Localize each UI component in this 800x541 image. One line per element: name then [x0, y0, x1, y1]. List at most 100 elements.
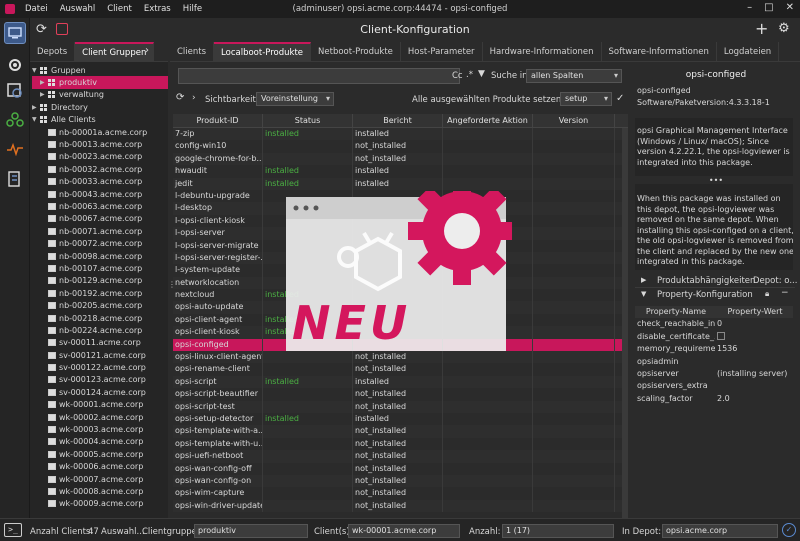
property-row[interactable]: disable_certificate_...	[635, 331, 793, 343]
tree-client-item[interactable]: nb-00033.acme.corp	[32, 176, 168, 188]
tree-client-item[interactable]: nb-00032.acme.corp	[32, 163, 168, 175]
depot-config-icon[interactable]	[4, 54, 26, 76]
client-config-icon[interactable]	[4, 22, 26, 44]
ssh-terminal-icon[interactable]	[4, 168, 26, 190]
tree-client-item[interactable]: wk-00006.acme.corp	[32, 461, 168, 473]
col-angeforderte-aktion[interactable]: Angeforderte Aktion	[443, 114, 533, 127]
tab-netboot[interactable]: Netboot-Produkte	[311, 42, 401, 61]
tree-client-item[interactable]: nb-00071.acme.corp	[32, 225, 168, 237]
regex-toggle[interactable]: .*	[466, 70, 473, 80]
tree-client-item[interactable]: nb-00218.acme.corp	[32, 312, 168, 324]
menu-hilfe[interactable]: Hilfe	[177, 4, 208, 14]
tree-client-item[interactable]: sv-000124.acme.corp	[32, 386, 168, 398]
tree-client-item[interactable]: wk-00008.acme.corp	[32, 485, 168, 497]
group-actions-icon[interactable]	[4, 108, 26, 130]
tree-client-item[interactable]: wk-00009.acme.corp	[32, 498, 168, 510]
table-row[interactable]: config-win10 not_installed	[173, 140, 628, 153]
dependencies-row[interactable]: ▶ Produktabhängigkeiten Depot: o...	[635, 274, 797, 288]
terminal-icon[interactable]: >_	[4, 523, 22, 537]
add-icon[interactable]: +	[755, 19, 768, 38]
table-row[interactable]: opsi-wim-capture not_installed	[173, 487, 628, 500]
property-value[interactable]	[715, 331, 793, 343]
property-value[interactable]: 0	[715, 318, 793, 330]
table-row[interactable]: opsi-linux-client-agent not_installed	[173, 351, 628, 364]
tree-client-item[interactable]: sv-000122.acme.corp	[32, 361, 168, 373]
tree-client-item[interactable]: nb-00129.acme.corp	[32, 275, 168, 287]
tree-all-clients[interactable]: ▼ Alle Clients	[32, 114, 168, 126]
tree-client-item[interactable]: wk-00004.acme.corp	[32, 436, 168, 448]
tree-client-item[interactable]: wk-00001.acme.corp	[32, 399, 168, 411]
maximize-icon[interactable]: □	[764, 2, 773, 13]
tab-logdateien[interactable]: Logdateien	[717, 42, 780, 61]
table-row[interactable]: opsi-template-with-a... not_installed	[173, 425, 628, 438]
splitter-dots[interactable]: ⋮	[168, 280, 176, 289]
property-row[interactable]: opsiserver (installing server)	[635, 368, 793, 380]
tree-client-item[interactable]: wk-00003.acme.corp	[32, 423, 168, 435]
table-row[interactable]: 7-zip installed installed	[173, 128, 628, 141]
table-row[interactable]: opsi-script-beautifier not_installed	[173, 388, 628, 401]
visibility-arrow-icon[interactable]: ›	[192, 93, 196, 103]
visibility-select[interactable]: Voreinstellung	[256, 92, 334, 106]
lock-icon[interactable]: 🔒︎	[765, 289, 769, 299]
col-property-value[interactable]: Property-Wert	[715, 306, 793, 318]
case-sensitive-toggle[interactable]: Cc	[452, 71, 463, 81]
collapse-icon[interactable]: ▼	[641, 290, 646, 298]
table-row[interactable]: opsi-wan-config-on not_installed	[173, 474, 628, 488]
tree-client-item[interactable]: sv-000121.acme.corp	[32, 349, 168, 361]
table-row[interactable]: opsi-rename-client not_installed	[173, 363, 628, 376]
property-value[interactable]: 2.0	[715, 393, 793, 405]
property-value[interactable]	[715, 356, 793, 368]
tab-depots[interactable]: Depots	[30, 42, 76, 61]
property-row[interactable]: check_reachable_in... 0	[635, 318, 793, 330]
table-row[interactable]: opsi-script installed installed	[173, 375, 628, 389]
tree-client-item[interactable]: nb-00107.acme.corp	[32, 262, 168, 274]
chevron-right-icon[interactable]: ›	[145, 45, 149, 56]
check-icon[interactable]: ✓	[616, 93, 624, 104]
tab-host-parameter[interactable]: Host-Parameter	[401, 42, 483, 61]
tree-client-item[interactable]: nb-00098.acme.corp	[32, 250, 168, 262]
tree-client-item[interactable]: nb-00067.acme.corp	[32, 213, 168, 225]
tree-group-produktiv[interactable]: ▶ produktiv	[32, 76, 168, 89]
col-property-name[interactable]: Property-Name	[635, 306, 715, 318]
tree-client-item[interactable]: nb-00072.acme.corp	[32, 237, 168, 249]
expand-icon[interactable]: ▶	[641, 276, 646, 284]
table-row[interactable]: google-chrome-for-b... not_installed	[173, 152, 628, 166]
tab-software[interactable]: Software-Informationen	[602, 42, 717, 61]
table-scrollbar[interactable]	[622, 128, 628, 518]
search-input[interactable]	[178, 68, 460, 84]
menu-extras[interactable]: Extras	[138, 4, 177, 14]
minimize-icon[interactable]: –	[747, 2, 752, 13]
tree-client-item[interactable]: nb-00224.acme.corp	[32, 324, 168, 336]
tree-client-item[interactable]: sv-00011.acme.corp	[32, 337, 168, 349]
tree-client-item[interactable]: wk-00002.acme.corp	[32, 411, 168, 423]
server-config-icon[interactable]	[4, 80, 26, 102]
refresh-icon[interactable]: ⟳	[176, 92, 184, 103]
set-all-select[interactable]: setup	[560, 92, 612, 106]
tree-client-item[interactable]: nb-00023.acme.corp	[32, 151, 168, 163]
tree-client-item[interactable]: wk-00007.acme.corp	[32, 473, 168, 485]
menu-client[interactable]: Client	[101, 4, 138, 14]
property-value[interactable]: 1536	[715, 343, 793, 355]
close-icon[interactable]: ✕	[786, 2, 794, 13]
table-row[interactable]: opsi-win-driver-update not_installed	[173, 499, 628, 513]
checkbox[interactable]	[717, 332, 725, 341]
tab-hardware[interactable]: Hardware-Informationen	[483, 42, 602, 61]
property-value[interactable]	[715, 380, 793, 392]
table-row[interactable]: hwaudit installed installed	[173, 165, 628, 178]
property-row[interactable]: scaling_factor 2.0	[635, 393, 793, 405]
menu-datei[interactable]: Datei	[19, 4, 54, 14]
remove-icon[interactable]: −	[781, 288, 789, 298]
health-icon[interactable]	[4, 138, 26, 160]
tree-client-item[interactable]: nb-00063.acme.corp	[32, 200, 168, 212]
property-row[interactable]: opsiservers_extra	[635, 380, 793, 392]
col-version[interactable]: Version	[533, 114, 615, 127]
tree-group-verwaltung[interactable]: ▶ verwaltung	[32, 89, 168, 101]
tree-directory[interactable]: ▶ Directory	[32, 101, 168, 113]
settings-gear-icon[interactable]: ⚙	[778, 21, 790, 36]
tree-client-item[interactable]: nb-00192.acme.corp	[32, 287, 168, 299]
property-config-row[interactable]: ▼ Property-Konfiguration 🔒︎ −	[635, 288, 795, 302]
col-produkt-id[interactable]: Produkt-ID	[173, 114, 263, 127]
tab-clients[interactable]: Clients	[170, 42, 215, 61]
search-in-select[interactable]: allen Spalten	[526, 69, 622, 83]
tab-localboot[interactable]: Localboot-Produkte	[214, 42, 312, 61]
